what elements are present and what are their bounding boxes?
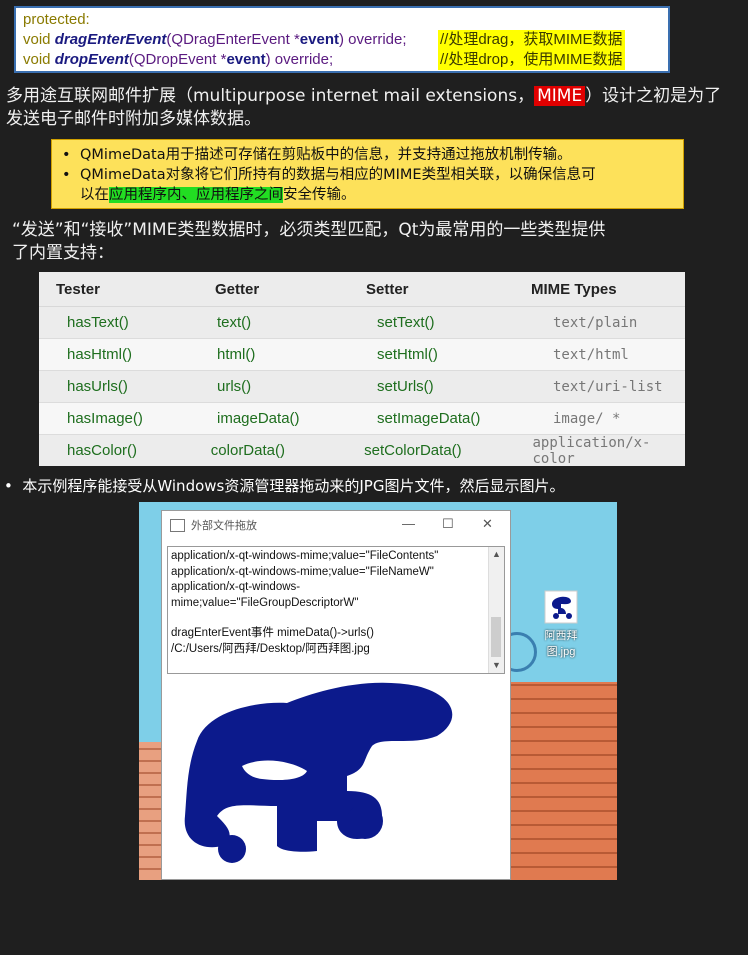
bullet-dot: • xyxy=(62,147,71,163)
qmimedata-note: • QMimeData用于描述可存储在剪贴板中的信息，并支持通过拖放机制传输。 •… xyxy=(51,139,684,209)
code-keyword: void xyxy=(23,31,51,48)
code-protected: protected: xyxy=(23,11,90,28)
table-header: Tester Getter Setter MIME Types xyxy=(39,272,685,307)
cell-setter: setColorData() xyxy=(364,442,462,459)
scroll-up-icon[interactable]: ▲ xyxy=(492,547,501,563)
note-item-2-cont: 以在应用程序内、应用程序之间安全传输。 xyxy=(62,185,683,205)
textbox-line: application/x-qt-windows- xyxy=(171,581,301,593)
para2-line-2: 了内置支持： xyxy=(12,243,114,263)
cell-setter: setText() xyxy=(377,314,435,331)
cell-setter: setUrls() xyxy=(377,378,434,395)
close-button[interactable]: ✕ xyxy=(482,516,493,532)
green-highlight: 应用程序内、应用程序之间 xyxy=(109,187,283,203)
scroll-down-icon[interactable]: ▼ xyxy=(492,658,501,674)
code-param: event xyxy=(226,51,266,68)
example-text: 本示例程序能接受从Windows资源管理器拖动来的JPG图片文件，然后显示图片。 xyxy=(22,477,565,495)
textbox-line: mime;value="FileGroupDescriptorW" xyxy=(171,596,359,609)
note-text: 以在 xyxy=(80,187,109,203)
col-header-tester: Tester xyxy=(56,280,100,298)
code-param-type: (QDragEnterEvent * xyxy=(166,31,300,48)
desktop-file-label: 阿西拜图.jpg xyxy=(544,630,578,658)
cell-getter: imageData() xyxy=(217,410,300,427)
intro-text: 多用途互联网邮件扩展（multipurpose internet mail ex… xyxy=(6,86,535,106)
para2-line-1: “发送”和“接收”MIME类型数据时，必须类型匹配，Qt为最常用的一些类型提供 xyxy=(12,220,606,240)
code-rest: ) override; xyxy=(338,31,407,48)
table-row: hasColor() colorData() setColorData() ap… xyxy=(39,434,685,467)
mime-highlight: MIME xyxy=(534,86,586,106)
col-header-mime: MIME Types xyxy=(531,280,617,298)
col-header-getter: Getter xyxy=(215,280,260,298)
maximize-button[interactable]: ☐ xyxy=(442,516,454,532)
mime-types-table: Tester Getter Setter MIME Types hasText(… xyxy=(39,272,685,467)
cell-tester: hasText() xyxy=(67,314,129,331)
textbox-line: /C:/Users/阿西拜/Desktop/阿西拜图.jpg xyxy=(171,642,370,655)
cell-getter: colorData() xyxy=(210,442,285,459)
cell-mime: text/plain xyxy=(553,314,638,331)
note-item-2: • QMimeData对象将它们所持有的数据与相应的MIME类型相关联，以确保信息… xyxy=(62,165,683,185)
cell-tester: hasImage() xyxy=(67,410,143,427)
code-line-3: void dropEvent(QDropEvent *event) overri… xyxy=(23,50,668,70)
col-header-setter: Setter xyxy=(366,280,409,298)
minimize-button[interactable]: — xyxy=(402,516,415,531)
dialog-title: 外部文件拖放 xyxy=(191,520,257,532)
cell-getter: text() xyxy=(217,314,252,331)
roof-tiles xyxy=(499,682,617,880)
code-function-name: dropEvent xyxy=(54,51,129,68)
table-row: hasUrls() urls() setUrls() text/uri-list xyxy=(39,371,685,403)
cell-mime: application/x-color xyxy=(532,434,651,467)
intro-line-1: 多用途互联网邮件扩展（multipurpose internet mail ex… xyxy=(6,85,721,108)
example-description: • 本示例程序能接受从Windows资源管理器拖动来的JPG图片文件，然后显示图… xyxy=(4,475,564,496)
cell-mime: text/uri-list xyxy=(553,378,663,395)
mime-info-textbox[interactable]: application/x-qt-windows-mime;value="Fil… xyxy=(167,546,505,674)
desktop-file-icon[interactable]: 阿西拜图.jpg xyxy=(531,590,591,659)
intro-line-2: 发送电子邮件时附加多媒体数据。 xyxy=(6,109,261,129)
code-function-name: dragEnterEvent xyxy=(54,31,167,48)
code-keyword: void xyxy=(23,51,51,68)
drag-drop-dialog: 外部文件拖放 — ☐ ✕ application/x-qt-windows-mi… xyxy=(161,510,511,880)
note-text: 安全传输。 xyxy=(283,187,356,203)
textbox-scrollbar[interactable]: ▲ ▼ xyxy=(488,547,504,673)
note-text: QMimeData对象将它们所持有的数据与相应的MIME类型相关联，以确保信息可 xyxy=(80,167,596,183)
dropped-image-logo xyxy=(184,682,453,863)
textbox-line: dragEnterEvent事件 mimeData()->urls() xyxy=(171,627,374,639)
cell-getter: urls() xyxy=(217,378,252,395)
app-screenshot: 阿西拜图.jpg 外部文件拖放 — ☐ ✕ application/x-qt-w… xyxy=(139,502,617,880)
table-row: hasText() text() setText() text/plain xyxy=(39,307,685,339)
cell-setter: setImageData() xyxy=(377,410,481,427)
cell-tester: hasUrls() xyxy=(67,378,128,395)
cell-setter: setHtml() xyxy=(377,346,438,363)
code-comment: //处理drag，获取MIME数据 xyxy=(438,30,625,50)
table-row: hasImage() imageData() setImageData() im… xyxy=(39,403,685,435)
note-item-1: • QMimeData用于描述可存储在剪贴板中的信息，并支持通过拖放机制传输。 xyxy=(62,145,683,165)
code-comment: //处理drop，使用MIME数据 xyxy=(438,50,625,70)
code-line-2: void dragEnterEvent(QDragEnterEvent *eve… xyxy=(23,30,668,50)
code-rest: ) override; xyxy=(265,51,334,68)
app-icon xyxy=(170,518,185,532)
bullet-dot: • xyxy=(4,477,23,495)
cell-tester: hasHtml() xyxy=(67,346,133,363)
scrollbar-thumb[interactable] xyxy=(491,617,501,657)
code-param-type: (QDropEvent * xyxy=(128,51,227,68)
jpg-file-icon xyxy=(544,590,578,624)
cell-getter: html() xyxy=(217,346,256,363)
image-display-area xyxy=(167,681,505,876)
code-line-1: protected: xyxy=(23,10,668,30)
intro-text: ）设计之初是为了 xyxy=(585,86,722,106)
textbox-line: application/x-qt-windows-mime;value="Fil… xyxy=(171,550,439,562)
textbox-line xyxy=(171,611,504,626)
table-row: hasHtml() html() setHtml() text/html xyxy=(39,339,685,371)
note-text: QMimeData用于描述可存储在剪贴板中的信息，并支持通过拖放机制传输。 xyxy=(80,147,572,163)
dialog-titlebar: 外部文件拖放 xyxy=(162,511,510,539)
textbox-line: application/x-qt-windows-mime;value="Fil… xyxy=(171,565,434,578)
cell-mime: text/html xyxy=(553,346,629,363)
bullet-dot: • xyxy=(62,167,71,183)
cell-tester: hasColor() xyxy=(67,442,138,459)
cell-mime: image/ * xyxy=(553,410,621,427)
code-snippet: protected: void dragEnterEvent(QDragEnte… xyxy=(14,6,670,73)
code-param: event xyxy=(299,31,339,48)
